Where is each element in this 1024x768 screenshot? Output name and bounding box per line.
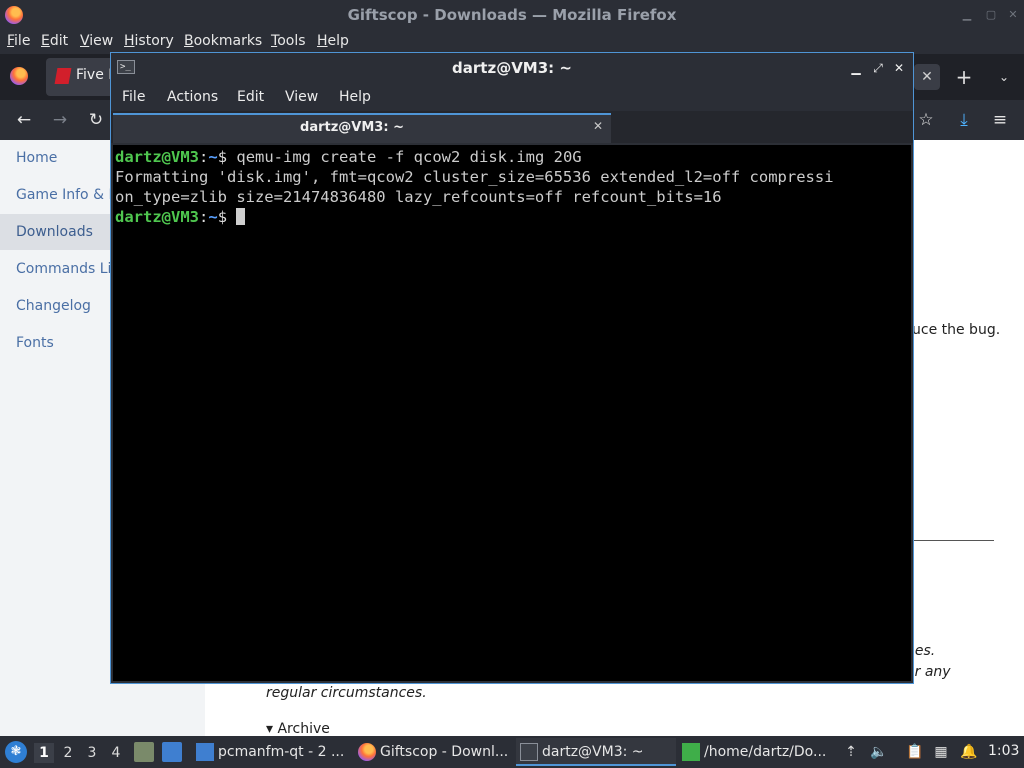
new-tab-icon[interactable]: + bbox=[954, 64, 974, 90]
clipboard-icon[interactable]: 📋 bbox=[906, 742, 924, 762]
workspace-2[interactable]: 2 bbox=[58, 743, 78, 763]
terminal-minimize-icon[interactable]: ▁ bbox=[848, 60, 864, 76]
menu-file[interactable]: File bbox=[7, 33, 30, 49]
terminal-line: Formatting 'disk.img', fmt=qcow2 cluster… bbox=[115, 168, 834, 186]
task-archiver[interactable]: /home/dartz/Do... bbox=[678, 738, 838, 766]
launcher-files-icon[interactable] bbox=[134, 742, 154, 762]
page-text-regular: regular circumstances. bbox=[266, 685, 427, 701]
terminal-close-icon[interactable]: ✕ bbox=[891, 60, 907, 76]
terminal-menu-edit[interactable]: Edit bbox=[237, 89, 264, 105]
terminal-maximize-icon[interactable]: ⤢ bbox=[870, 60, 886, 76]
close-icon[interactable]: ✕ bbox=[1006, 8, 1020, 22]
terminal-command: qemu-img create -f qcow2 disk.img 20G bbox=[236, 148, 582, 166]
page-text-bug: uce the bug. bbox=[912, 322, 1001, 338]
terminal-menu-actions[interactable]: Actions bbox=[167, 89, 218, 105]
terminal-output[interactable]: dartz@VM3:~$ qemu-img create -f qcow2 di… bbox=[113, 145, 911, 681]
firefox-tab-label: Five I bbox=[76, 67, 113, 83]
tab-close-icon[interactable]: ✕ bbox=[914, 64, 940, 90]
folder-icon bbox=[196, 743, 214, 761]
task-firefox[interactable]: Giftscop - Downl... bbox=[354, 738, 514, 766]
workspace-3[interactable]: 3 bbox=[82, 743, 102, 763]
tab-list-icon[interactable]: ⌄ bbox=[994, 64, 1014, 90]
task-pcmanfm[interactable]: pcmanfm-qt - 2 ... bbox=[192, 738, 352, 766]
workspace-1[interactable]: 1 bbox=[34, 743, 54, 763]
archive-toggle[interactable]: ▾ Archive bbox=[266, 721, 330, 737]
task-terminal[interactable]: dartz@VM3: ~ bbox=[516, 738, 676, 766]
menu-help[interactable]: Help bbox=[317, 33, 349, 49]
notification-icon[interactable]: 🔔 bbox=[960, 742, 978, 762]
minimize-icon[interactable]: ▁ bbox=[960, 8, 974, 22]
terminal-menubar bbox=[111, 83, 913, 111]
forward-icon[interactable]: → bbox=[48, 108, 72, 132]
terminal-tab-close-icon[interactable]: ✕ bbox=[589, 117, 607, 135]
terminal-line: on_type=zlib size=21474836480 lazy_refco… bbox=[115, 188, 722, 206]
menu-tools[interactable]: Tools bbox=[271, 33, 306, 49]
menu-view[interactable]: View bbox=[80, 33, 113, 49]
tray-up-icon[interactable]: ⇡ bbox=[842, 742, 860, 762]
hamburger-menu-icon[interactable]: ≡ bbox=[988, 108, 1012, 132]
maximize-icon[interactable]: ▢ bbox=[984, 8, 998, 22]
terminal-tab-label: dartz@VM3: ~ bbox=[300, 120, 404, 135]
terminal-menu-view[interactable]: View bbox=[285, 89, 318, 105]
downloads-icon[interactable]: ⤓ bbox=[952, 108, 976, 132]
menu-history[interactable]: History bbox=[124, 33, 174, 49]
terminal-menu-help[interactable]: Help bbox=[339, 89, 371, 105]
terminal-window[interactable]: >_ dartz@VM3: ~ ▁ ⤢ ✕ File Actions Edit … bbox=[110, 52, 914, 684]
menu-bookmarks[interactable]: Bookmarks bbox=[184, 33, 262, 49]
terminal-menu-file[interactable]: File bbox=[122, 89, 145, 105]
terminal-line: dartz@VM3:~$ qemu-img create -f qcow2 di… bbox=[115, 148, 582, 166]
volume-icon[interactable]: 🔈 bbox=[870, 742, 888, 762]
launcher-desktop-icon[interactable] bbox=[162, 742, 182, 762]
back-icon[interactable]: ← bbox=[12, 108, 36, 132]
clock[interactable]: 1:03 bbox=[988, 743, 1019, 759]
tab-favicon-icon bbox=[54, 68, 72, 84]
archive-icon bbox=[682, 743, 700, 761]
workspace-4[interactable]: 4 bbox=[106, 743, 126, 763]
firefox-view-icon[interactable] bbox=[10, 67, 28, 85]
menu-edit[interactable]: Edit bbox=[41, 33, 68, 49]
terminal-cursor bbox=[236, 208, 246, 225]
network-icon[interactable]: ▦ bbox=[932, 742, 950, 762]
firefox-window-title: Giftscop - Downloads — Mozilla Firefox bbox=[347, 6, 677, 24]
terminal-icon bbox=[520, 743, 538, 761]
terminal-window-title: dartz@VM3: ~ bbox=[452, 59, 572, 77]
page-divider bbox=[914, 540, 994, 541]
reload-icon[interactable]: ↻ bbox=[84, 108, 108, 132]
start-menu-icon[interactable]: ❃ bbox=[5, 741, 27, 763]
bookmark-star-icon[interactable]: ☆ bbox=[914, 108, 938, 132]
terminal-line: dartz@VM3:~$ bbox=[115, 207, 911, 227]
firefox-icon bbox=[358, 743, 376, 761]
